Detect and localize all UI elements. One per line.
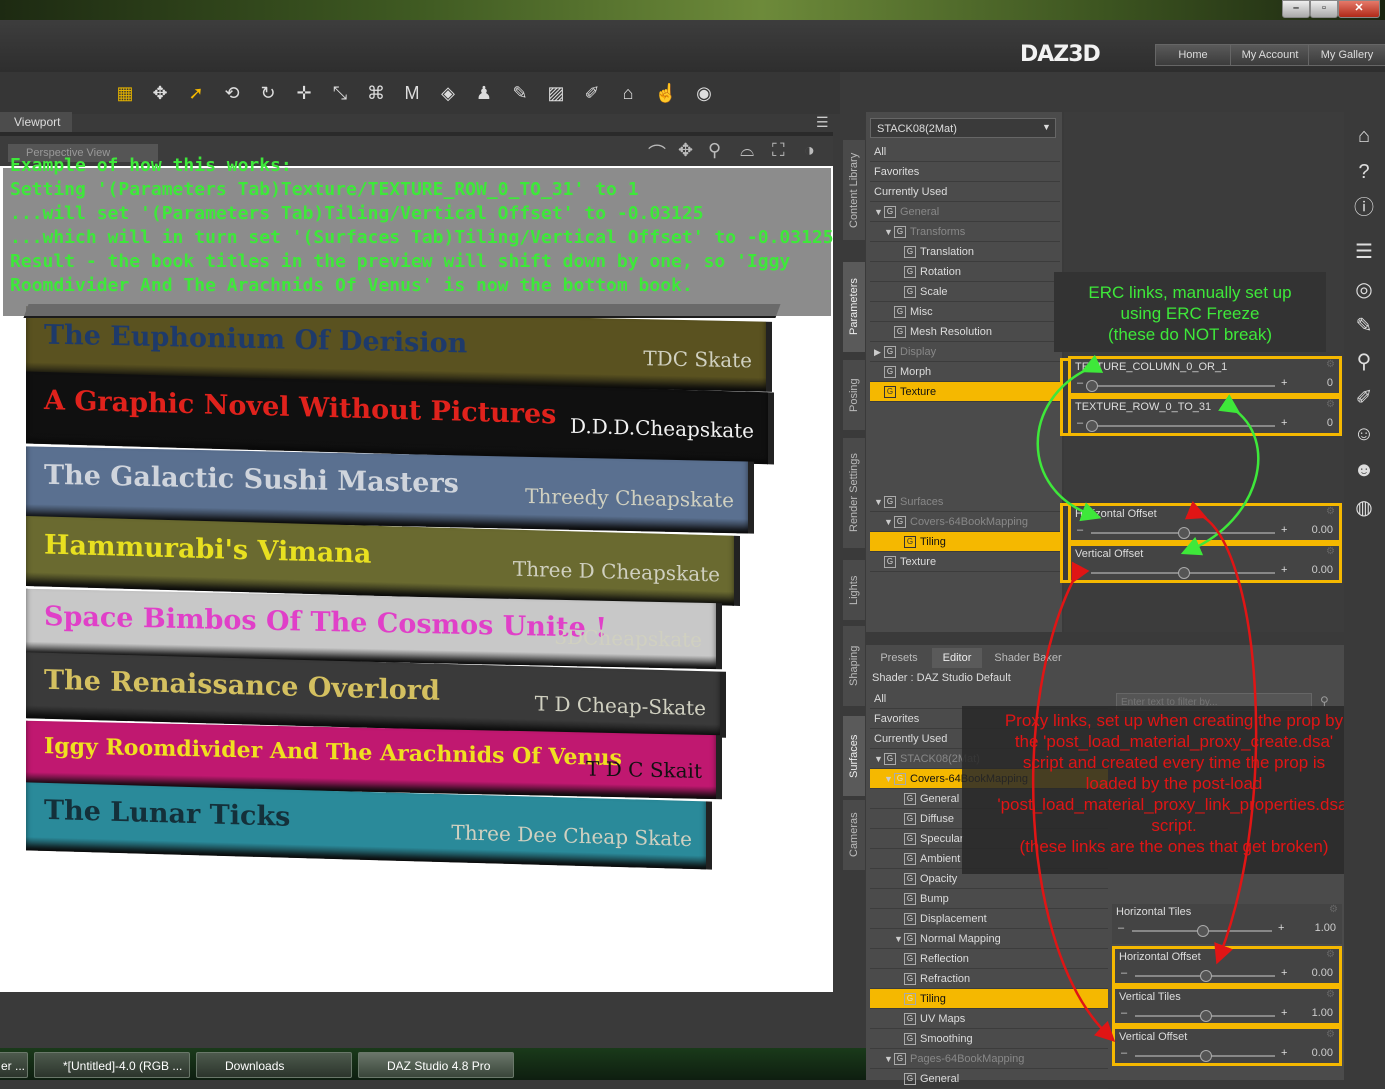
- taskbar-item-untitled[interactable]: *[Untitled]-4.0 (RGB ...: [34, 1052, 190, 1078]
- align-icon[interactable]: ☰: [1350, 238, 1378, 266]
- taskbar-item-downloads[interactable]: Downloads: [196, 1052, 352, 1078]
- erc-arrow: [1036, 354, 1104, 522]
- help-icon[interactable]: ⓘ: [1350, 194, 1378, 222]
- tool-settings-icon[interactable]: ✎: [1350, 312, 1378, 340]
- home-icon[interactable]: ⌂: [1350, 122, 1378, 150]
- target-icon[interactable]: ◎: [1350, 276, 1378, 304]
- help-pointer-icon[interactable]: ?: [1350, 158, 1378, 186]
- globe-icon[interactable]: ◍: [1350, 494, 1378, 522]
- link-arrows: [1031, 354, 1260, 1042]
- proxy-arrow: [1184, 500, 1258, 965]
- face-icon[interactable]: ☻: [1350, 456, 1378, 484]
- taskbar-item-daz-studio[interactable]: DAZ Studio 4.8 Pro: [358, 1052, 514, 1078]
- proxy-arrow: [1031, 561, 1116, 1042]
- taskbar-item[interactable]: er ...: [0, 1052, 28, 1078]
- figure-icon[interactable]: ☺: [1350, 420, 1378, 448]
- edit-property-icon[interactable]: ✐: [1350, 384, 1378, 412]
- pose-icon[interactable]: ⚲: [1350, 348, 1378, 376]
- erc-arrow: [1180, 394, 1260, 556]
